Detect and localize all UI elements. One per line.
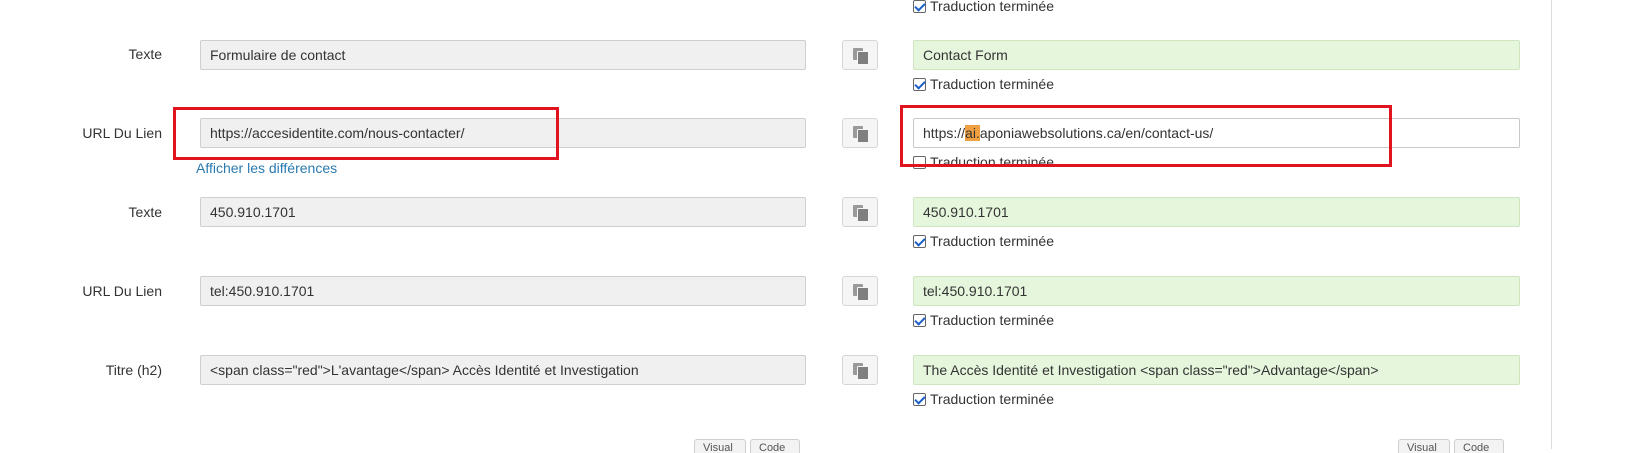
translation-complete-checkbox[interactable]: Traduction terminée bbox=[913, 75, 1054, 93]
target-field-texte[interactable]: 450.910.1701 bbox=[913, 197, 1520, 227]
source-field-texte: Formulaire de contact bbox=[200, 40, 806, 70]
copy-button[interactable] bbox=[842, 40, 878, 70]
source-field-url: https://accesidentite.com/nous-contacter… bbox=[200, 118, 806, 148]
source-field-texte: 450.910.1701 bbox=[200, 197, 806, 227]
code-tab-button[interactable]: Code bbox=[750, 439, 800, 453]
field-label: Titre (h2) bbox=[105, 362, 162, 378]
target-field-title[interactable]: The Accès Identité et Investigation <spa… bbox=[913, 355, 1520, 385]
target-field-url[interactable]: https://ai.aponiawebsolutions.ca/en/cont… bbox=[913, 118, 1520, 148]
copy-button[interactable] bbox=[842, 197, 878, 227]
code-tab-button[interactable]: Code bbox=[1454, 439, 1504, 453]
field-label: URL Du Lien bbox=[82, 283, 162, 299]
target-field-url[interactable]: tel:450.910.1701 bbox=[913, 276, 1520, 306]
source-field-url: tel:450.910.1701 bbox=[200, 276, 806, 306]
copy-button[interactable] bbox=[842, 118, 878, 148]
checkbox[interactable] bbox=[913, 0, 926, 13]
checkbox[interactable] bbox=[913, 156, 926, 169]
top-translation-complete[interactable]: Traduction terminée bbox=[913, 0, 1054, 15]
field-label: URL Du Lien bbox=[82, 125, 162, 141]
translation-complete-checkbox[interactable]: Traduction terminée bbox=[913, 311, 1054, 329]
target-field-texte[interactable]: Contact Form bbox=[913, 40, 1520, 70]
field-label: Texte bbox=[128, 204, 162, 220]
translation-complete-checkbox[interactable]: Traduction terminée bbox=[913, 153, 1054, 171]
checkbox[interactable] bbox=[913, 393, 926, 406]
show-differences-link[interactable]: Afficher les différences bbox=[196, 160, 337, 176]
checkbox[interactable] bbox=[913, 78, 926, 91]
visual-tab-button[interactable]: Visual bbox=[1398, 439, 1450, 453]
field-label: Texte bbox=[128, 46, 162, 62]
copy-button[interactable] bbox=[842, 276, 878, 306]
source-field-title: <span class="red">L'avantage</span> Accè… bbox=[200, 355, 806, 385]
translation-complete-checkbox[interactable]: Traduction terminée bbox=[913, 390, 1054, 408]
panel-divider bbox=[1551, 0, 1552, 449]
visual-tab-button[interactable]: Visual bbox=[694, 439, 746, 453]
translation-complete-checkbox[interactable]: Traduction terminée bbox=[913, 232, 1054, 250]
checkbox[interactable] bbox=[913, 235, 926, 248]
checkbox[interactable] bbox=[913, 314, 926, 327]
copy-button[interactable] bbox=[842, 355, 878, 385]
highlighted-text: ai. bbox=[965, 125, 980, 141]
